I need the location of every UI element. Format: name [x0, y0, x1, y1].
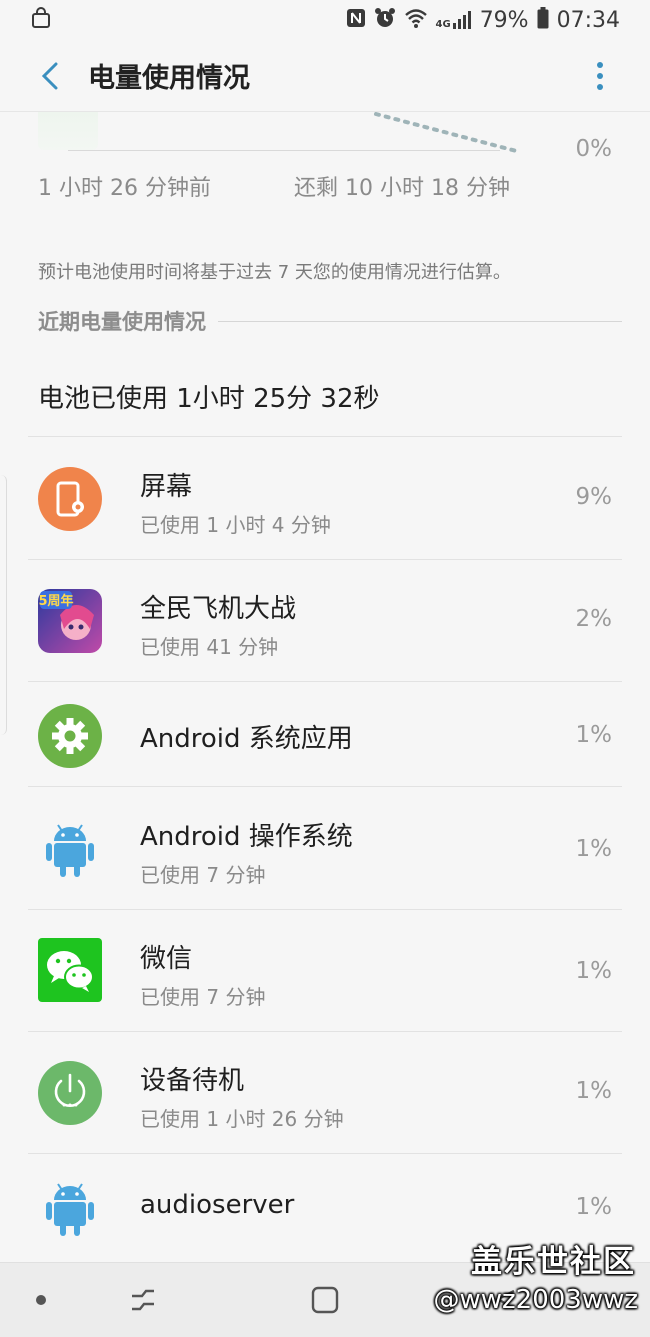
app-percent: 1%	[575, 958, 613, 984]
alarm-icon	[374, 7, 396, 34]
app-row-device-standby[interactable]: 设备待机 已使用 1 小时 26 分钟 1%	[0, 1054, 650, 1132]
graph-baseline	[68, 150, 500, 151]
graph-time-elapsed: 1 小时 26 分钟前	[38, 176, 211, 201]
status-right: 4G 79% 07:34	[346, 6, 620, 34]
estimate-note: 预计电池使用时间将基于过去 7 天您的使用情况进行估算。	[38, 262, 511, 283]
divider	[28, 1031, 622, 1032]
android-icon	[38, 817, 102, 881]
status-left	[30, 7, 52, 33]
wifi-icon	[404, 8, 428, 33]
gear-icon	[38, 704, 102, 768]
app-text: Android 系统应用	[140, 718, 353, 755]
graph-usage-fill	[38, 112, 98, 150]
app-text: 全民飞机大战 已使用 41 分钟	[140, 588, 296, 660]
app-row-android-os[interactable]: Android 操作系统 已使用 7 分钟 1%	[0, 810, 650, 888]
total-usage-text: 电池已使用 1小时 25分 32秒	[38, 384, 380, 414]
app-text: 微信 已使用 7 分钟	[140, 938, 265, 1010]
game-icon: 5周年	[38, 589, 102, 653]
section-title: 近期电量使用情况	[38, 310, 206, 334]
android-icon	[38, 1176, 102, 1240]
app-usage-time: 已使用 7 分钟	[140, 985, 266, 1009]
back-arrow-icon	[41, 62, 58, 89]
app-row-android-system-apps[interactable]: Android 系统应用 1%	[0, 700, 650, 772]
app-text: audioserver	[140, 1190, 294, 1220]
app-percent: 1%	[575, 1078, 613, 1104]
home-icon	[311, 1286, 339, 1314]
app-text: 屏幕 已使用 1 小时 4 分钟	[140, 466, 331, 538]
app-name: 微信	[140, 944, 193, 974]
app-percent: 1%	[575, 722, 613, 748]
divider	[28, 681, 622, 682]
watermark-title: 盖乐世社区	[471, 1244, 636, 1280]
more-vert-icon	[597, 61, 603, 90]
nav-dot-button[interactable]	[18, 1277, 64, 1323]
page-title: 电量使用情况	[88, 63, 250, 94]
app-usage-time: 已使用 1 小时 26 分钟	[140, 1107, 344, 1131]
section-divider	[218, 320, 622, 322]
more-options-button[interactable]	[580, 46, 620, 106]
app-usage-time: 已使用 41 分钟	[140, 635, 279, 659]
app-row-wechat[interactable]: 微信 已使用 7 分钟 1%	[0, 932, 650, 1010]
app-bar: 电量使用情况	[0, 40, 650, 112]
recent-apps-icon	[132, 1289, 154, 1311]
network-type-label: 4G	[435, 19, 451, 30]
wechat-icon	[38, 938, 102, 1002]
app-row-audioserver[interactable]: audioserver 1%	[0, 1172, 650, 1244]
app-percent: 1%	[575, 836, 613, 862]
app-name: audioserver	[140, 1190, 295, 1220]
divider	[28, 909, 622, 910]
app-percent: 9%	[575, 484, 613, 510]
battery-icon	[537, 6, 549, 34]
app-usage-time: 已使用 1 小时 4 分钟	[140, 513, 331, 537]
app-name: Android 系统应用	[140, 724, 353, 754]
graph-percent-label: 0%	[575, 136, 613, 162]
status-bar: 4G 79% 07:34	[0, 0, 650, 40]
battery-graph: 0% 1 小时 26 分钟前 还剩 10 小时 18 分钟	[0, 112, 650, 212]
app-name: Android 操作系统	[140, 822, 353, 852]
app-name: 设备待机	[140, 1066, 245, 1096]
status-time: 07:34	[556, 7, 620, 33]
signal-icon: 4G	[436, 10, 472, 30]
app-text: Android 操作系统 已使用 7 分钟	[140, 816, 353, 888]
bag-icon	[30, 7, 52, 33]
battery-percent: 79%	[479, 7, 529, 33]
app-name: 屏幕	[140, 472, 193, 502]
app-row-screen[interactable]: 屏幕 已使用 1 小时 4 分钟 9%	[0, 460, 650, 538]
graph-time-remaining: 还剩 10 小时 18 分钟	[294, 176, 510, 201]
back-button[interactable]	[20, 46, 80, 106]
divider	[28, 786, 622, 787]
section-header: 近期电量使用情况	[38, 306, 622, 336]
game-badge-text: 5周年	[38, 593, 73, 609]
divider	[28, 559, 622, 560]
screen-icon	[38, 467, 102, 531]
nfc-icon	[346, 8, 366, 33]
divider	[28, 436, 622, 437]
recent-apps-button[interactable]	[120, 1277, 166, 1323]
standby-icon	[38, 1061, 102, 1125]
divider	[28, 1153, 622, 1154]
app-text: 设备待机 已使用 1 小时 26 分钟	[140, 1060, 344, 1132]
app-row-game[interactable]: 5周年 全民飞机大战 已使用 41 分钟 2%	[0, 582, 650, 660]
dot-icon	[36, 1295, 46, 1305]
home-button[interactable]	[302, 1277, 348, 1323]
watermark-user: @wwz2003wwz	[433, 1285, 638, 1315]
app-percent: 2%	[575, 606, 613, 632]
app-percent: 1%	[575, 1194, 613, 1220]
app-name: 全民飞机大战	[140, 594, 297, 624]
app-usage-time: 已使用 7 分钟	[140, 863, 266, 887]
